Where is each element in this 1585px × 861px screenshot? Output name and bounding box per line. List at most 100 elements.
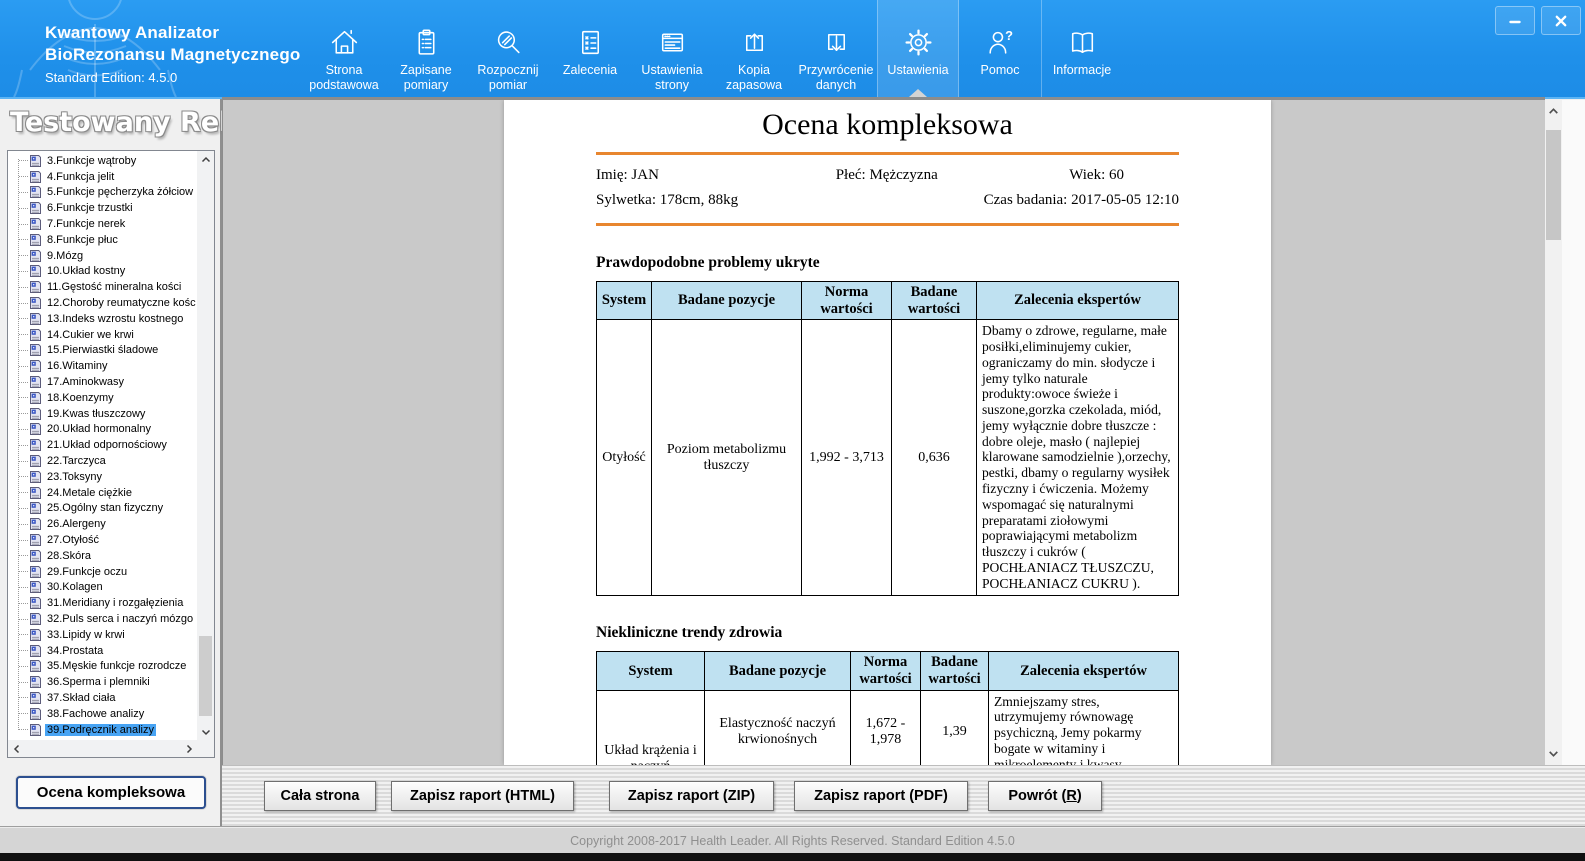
tree-item[interactable]: 5.Funkcje pęcherzyka żółciow (8, 185, 197, 201)
tree-vertical-scrollbar[interactable] (197, 151, 214, 740)
tree-item[interactable]: 8.Funkcje płuc (8, 232, 197, 248)
toolbar-item-info[interactable]: Informacje (1041, 0, 1123, 97)
tree-item[interactable]: 10.Układ kostny (8, 264, 197, 280)
save-html-button[interactable]: Zapisz raport (HTML) (391, 781, 574, 811)
toolbar-item-home[interactable]: Strona podstawowa (303, 0, 385, 97)
tree-connector (19, 492, 28, 493)
tree-item[interactable]: 20.Układ hormonalny (8, 422, 197, 438)
document-icon (29, 596, 42, 610)
tree-item[interactable]: 38.Fachowe analizy (8, 706, 197, 722)
tree-item-label: 8.Funkcje płuc (45, 234, 120, 246)
tree-item-label: 33.Lipidy w krwi (45, 629, 127, 641)
tree-item[interactable]: 23.Toksyny (8, 469, 197, 485)
toolbar-item-data-restore[interactable]: Przywrócenie danych (795, 0, 877, 97)
browser-icon (656, 24, 689, 60)
report-vertical-scrollbar[interactable] (1545, 100, 1562, 765)
column-header: Badane pozycje (705, 652, 851, 690)
scroll-up-arrow-icon[interactable] (197, 151, 214, 168)
tree-item[interactable]: 28.Skóra (8, 548, 197, 564)
tree-item[interactable]: 33.Lipidy w krwi (8, 627, 197, 643)
toolbar-item-help[interactable]: ?Pomoc (959, 0, 1041, 97)
tree-item[interactable]: 36.Sperma i plemniki (8, 674, 197, 690)
toolbar-item-settings[interactable]: Ustawienia (877, 0, 959, 97)
report-scrollbar-thumb[interactable] (1546, 130, 1561, 240)
toolbar-item-saved-measurements[interactable]: Zapisane pomiary (385, 0, 467, 97)
scroll-down-arrow-icon[interactable] (197, 723, 214, 740)
tree-item[interactable]: 32.Puls serca i naczyń mózgo (8, 611, 197, 627)
tree-item[interactable]: 22.Tarczyca (8, 453, 197, 469)
tree-item[interactable]: 24.Metale ciężkie (8, 485, 197, 501)
tree-item-label: 16.Witaminy (45, 360, 110, 372)
scroll-up-arrow-icon[interactable] (1545, 103, 1562, 120)
scroll-left-arrow-icon[interactable] (8, 740, 25, 757)
tree-item[interactable]: 39.Podręcznik analizy (8, 722, 197, 738)
tree-item[interactable]: 7.Funkcje nerek (8, 216, 197, 232)
document-icon (29, 217, 42, 231)
tree-item[interactable]: 9.Mózg (8, 248, 197, 264)
tree-item[interactable]: 25.Ogólny stan fizyczny (8, 501, 197, 517)
document-icon (29, 628, 42, 642)
orange-divider-bottom (596, 223, 1179, 226)
document-icon (29, 707, 42, 721)
full-page-button[interactable]: Cała strona (264, 781, 376, 811)
document-icon (29, 201, 42, 215)
cell-item: Elastyczność naczyń krwionośnych (705, 690, 851, 765)
document-icon (29, 407, 42, 421)
scroll-down-arrow-icon[interactable] (1545, 745, 1562, 762)
tree-connector (19, 239, 28, 240)
tree-item[interactable]: 14.Cukier we krwi (8, 327, 197, 343)
copyright-text: Copyright 2008-2017 Health Leader. All R… (570, 834, 1015, 848)
tree-connector (19, 508, 28, 509)
document-icon (29, 470, 42, 484)
tree-connector (19, 271, 28, 272)
toolbar-item-label: Zapisane pomiary (385, 63, 467, 93)
tree-item-label: 5.Funkcje pęcherzyka żółciow (45, 186, 195, 198)
tree-item[interactable]: 26.Alergeny (8, 516, 197, 532)
tree-item[interactable]: 17.Aminokwasy (8, 374, 197, 390)
toolbar-item-label: Zalecenia (563, 63, 617, 78)
comprehensive-assessment-button[interactable]: Ocena kompleksowa (16, 776, 206, 809)
toolbar-item-recommendations[interactable]: Zalecenia (549, 0, 631, 97)
tree-item[interactable]: 29.Funkcje oczu (8, 564, 197, 580)
document-icon (29, 612, 42, 626)
document-icon (29, 454, 42, 468)
toolbar-item-start-measurement[interactable]: Rozpocznij pomiar (467, 0, 549, 97)
document-icon (29, 565, 42, 579)
tree-item[interactable]: 30.Kolagen (8, 580, 197, 596)
window-close-button[interactable] (1541, 6, 1581, 35)
tree-item[interactable]: 27.Otyłość (8, 532, 197, 548)
report-page: Ocena kompleksowa Imię: JAN Płeć: Mężczy… (504, 100, 1271, 765)
tree-scrollbar-thumb[interactable] (199, 636, 212, 716)
save-pdf-button[interactable]: Zapisz raport (PDF) (794, 781, 968, 811)
back-button[interactable]: Powrót (R) (988, 781, 1102, 811)
window-minimize-button[interactable] (1495, 6, 1535, 35)
tree-horizontal-scrollbar[interactable] (8, 740, 197, 757)
document-icon (29, 549, 42, 563)
tree-item[interactable]: 35.Męskie funkcje rozrodcze (8, 659, 197, 675)
tree-item[interactable]: 34.Prostata (8, 643, 197, 659)
tree-item[interactable]: 21.Układ odpornościowy (8, 437, 197, 453)
tree-item[interactable]: 15.Pierwiastki śladowe (8, 343, 197, 359)
tree-item[interactable]: 16.Witaminy (8, 358, 197, 374)
tree-item[interactable]: 3.Funkcje wątroby (8, 153, 197, 169)
tree-item[interactable]: 6.Funkcje trzustki (8, 200, 197, 216)
tree-connector (19, 303, 28, 304)
open-book-icon (1066, 24, 1099, 60)
tree-item-label: 30.Kolagen (45, 581, 105, 593)
tree-item[interactable]: 31.Meridiany i rozgałęzienia (8, 595, 197, 611)
toolbar-item-page-settings[interactable]: Ustawienia strony (631, 0, 713, 97)
tree-item[interactable]: 4.Funkcja jelit (8, 169, 197, 185)
tree-connector (19, 634, 28, 635)
tree-item[interactable]: 12.Choroby reumatyczne kośc (8, 295, 197, 311)
tree-connector (19, 461, 28, 462)
document-icon (29, 280, 42, 294)
scroll-right-arrow-icon[interactable] (180, 740, 197, 757)
save-zip-button[interactable]: Zapisz raport (ZIP) (609, 781, 774, 811)
tree-item[interactable]: 37.Skład ciała (8, 690, 197, 706)
tree-item[interactable]: 13.Indeks wzrostu kostnego (8, 311, 197, 327)
tree-item[interactable]: 18.Koenzymy (8, 390, 197, 406)
tree-item[interactable]: 11.Gęstość mineralna kości (8, 279, 197, 295)
tree-item[interactable]: 19.Kwas tłuszczowy (8, 406, 197, 422)
brand-line2: BioRezonansu Magnetycznego (45, 44, 301, 66)
toolbar-item-backup[interactable]: Kopia zapasowa (713, 0, 795, 97)
